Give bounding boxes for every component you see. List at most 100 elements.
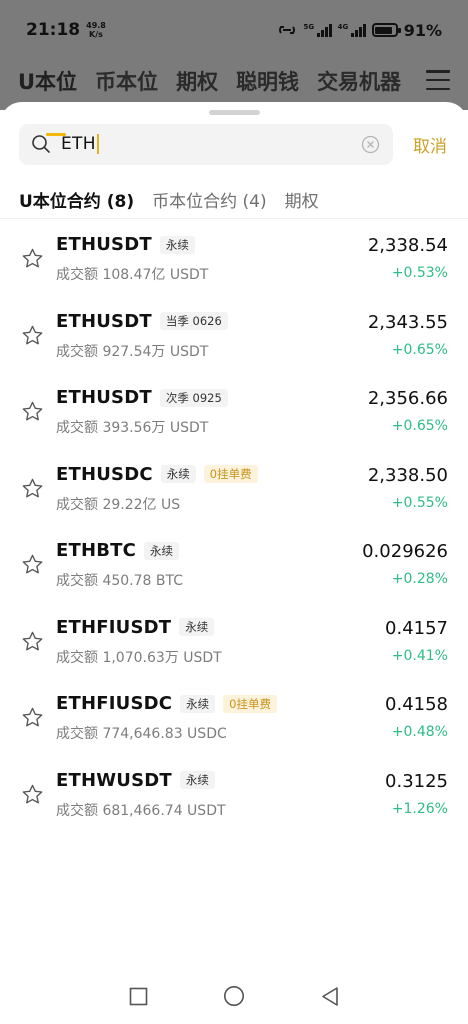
- zero-maker-fee-badge: 0挂单费: [203, 465, 258, 483]
- tab-u-margined-futures[interactable]: U本位合约 (8): [19, 187, 134, 212]
- star-outline-icon[interactable]: [21, 400, 44, 423]
- status-time: 21:18: [26, 20, 81, 40]
- search-input-value[interactable]: ETH: [61, 134, 99, 154]
- triangle-back-icon: [322, 986, 338, 1006]
- contract-tag: 永续: [160, 465, 196, 483]
- bg-tab-smart-money: 聪明钱: [236, 70, 300, 94]
- symbol: ETHUSDT: [56, 234, 152, 255]
- battery-icon: [371, 23, 401, 37]
- price: 0.4157: [385, 617, 448, 639]
- price-change: +0.53%: [391, 265, 448, 281]
- symbol-line: ETHFIUSDT 永续: [56, 616, 215, 638]
- list-item[interactable]: ETHUSDT 次季 0925 成交额 393.56万 USDT 2,356.6…: [0, 377, 468, 454]
- bg-tab-trading-bot: 交易机器: [317, 70, 402, 94]
- system-nav-bar: [0, 968, 468, 1024]
- price-change: +0.65%: [391, 341, 448, 358]
- list-item[interactable]: ETHUSDC 永续 0挂单费 成交额 29.22亿 US 2,338.50 +…: [0, 454, 468, 531]
- sheet-grabber-handle[interactable]: [209, 110, 260, 115]
- symbol-line: ETHUSDT 永续: [56, 234, 195, 255]
- list-item[interactable]: ETHWUSDT 永续 成交额 681,466.74 USDT 0.3125 +…: [0, 760, 468, 837]
- back-button[interactable]: [319, 985, 341, 1007]
- volume: 成交额 774,646.83 USDC: [56, 726, 227, 742]
- volume: 成交额 393.56万 USDT: [56, 420, 209, 436]
- search-icon: [32, 135, 50, 153]
- square-recents-icon: [129, 987, 147, 1005]
- battery-percent: 91%: [403, 20, 442, 40]
- symbol-line: ETHUSDC 永续 0挂单费: [56, 464, 258, 485]
- tab-coin-margined-futures[interactable]: 币本位合约 (4): [152, 187, 266, 212]
- symbol: ETHUSDT: [56, 310, 152, 332]
- contract-tag: 当季 0626: [159, 312, 228, 330]
- hotspot-link-icon: [279, 26, 296, 34]
- network-speed-unit: K/s: [89, 30, 103, 39]
- active-tab-indicator: [46, 133, 66, 136]
- list-item[interactable]: ETHFIUSDT 永续 成交额 1,070.63万 USDT 0.4157 +…: [0, 607, 468, 684]
- symbol: ETHFIUSDC: [56, 693, 173, 714]
- volume: 成交额 29.22亿 US: [56, 496, 181, 513]
- contract-tag: 永续: [179, 618, 215, 636]
- price-change: +0.28%: [391, 571, 448, 587]
- bg-tab-options: 期权: [176, 70, 219, 94]
- price: 0.4158: [385, 694, 448, 715]
- network-type-b: 4G: [337, 22, 349, 31]
- contract-tag: 永续: [180, 694, 216, 713]
- symbol: ETHUSDT: [56, 387, 152, 408]
- price-change: +1.26%: [391, 800, 448, 817]
- volume: 成交额 1,070.63万 USDT: [56, 649, 222, 666]
- signal-icon: [351, 23, 366, 37]
- volume: 成交额 108.47亿 USDT: [56, 267, 209, 283]
- cancel-button[interactable]: 取消: [413, 132, 447, 157]
- star-outline-icon[interactable]: [21, 247, 44, 270]
- status-bar: 21:18 49.8 K/s 5G 4G 91%: [0, 0, 468, 60]
- list-item[interactable]: ETHUSDT 当季 0626 成交额 927.54万 USDT 2,343.5…: [0, 301, 468, 378]
- network-speed-value: 49.8: [86, 21, 106, 30]
- star-outline-icon[interactable]: [21, 324, 44, 347]
- background-tab-bar: U本位 币本位 期权 聪明钱 交易机器: [0, 60, 468, 102]
- category-tabs: U本位合约 (8) 币本位合约 (4) 期权: [19, 184, 319, 214]
- star-outline-icon[interactable]: [21, 783, 44, 806]
- volume: 成交额 681,466.74 USDT: [56, 802, 226, 819]
- symbol: ETHWUSDT: [56, 769, 172, 791]
- price: 2,338.54: [367, 235, 448, 256]
- search-input[interactable]: ETH: [19, 123, 393, 165]
- symbol-line: ETHUSDT 次季 0925: [56, 387, 228, 408]
- star-outline-icon[interactable]: [21, 477, 44, 500]
- network-type-a: 5G: [303, 22, 315, 31]
- symbol: ETHFIUSDT: [56, 616, 172, 638]
- search-row: ETH 取消: [19, 123, 451, 165]
- star-outline-icon[interactable]: [21, 630, 44, 653]
- home-button[interactable]: [223, 985, 245, 1007]
- zero-maker-fee-badge: 0挂单费: [223, 694, 277, 713]
- volume: 成交额 450.78 BTC: [56, 573, 183, 589]
- recents-button[interactable]: [127, 985, 149, 1007]
- price: 0.3125: [385, 770, 448, 792]
- price: 2,338.50: [367, 464, 448, 486]
- clear-circle-icon[interactable]: [361, 135, 380, 154]
- star-outline-icon[interactable]: [21, 706, 44, 729]
- star-outline-icon[interactable]: [21, 553, 44, 576]
- network-speed: 49.8 K/s: [86, 21, 106, 39]
- list-item[interactable]: ETHBTC 永续 成交额 450.78 BTC 0.029626 +0.28%: [0, 530, 468, 607]
- price: 0.029626: [362, 541, 448, 562]
- bg-tab-coin-margined: 币本位: [95, 70, 159, 94]
- list-item[interactable]: ETHUSDT 永续 成交额 108.47亿 USDT 2,338.54 +0.…: [0, 224, 468, 301]
- contract-tag: 永续: [159, 235, 195, 254]
- symbol: ETHBTC: [56, 540, 137, 561]
- status-right: 5G 4G 91%: [277, 21, 442, 40]
- price-change: +0.48%: [391, 724, 448, 740]
- list-item[interactable]: ETHFIUSDC 永续 0挂单费 成交额 774,646.83 USDC 0.…: [0, 683, 468, 760]
- symbol-line: ETHFIUSDC 永续 0挂单费: [56, 693, 277, 714]
- price: 2,343.55: [367, 311, 448, 333]
- tab-options[interactable]: 期权: [285, 187, 319, 212]
- price: 2,356.66: [367, 388, 448, 409]
- symbol: ETHUSDC: [56, 463, 153, 485]
- status-left: 21:18 49.8 K/s: [26, 20, 106, 40]
- volume: 成交额 927.54万 USDT: [56, 343, 209, 360]
- search-sheet: ETH 取消 U本位合约 (8) 币本位合约 (4) 期权 ETHUSDT 永续…: [0, 102, 468, 1024]
- signal-icon: [317, 23, 332, 37]
- price-change: +0.65%: [391, 418, 448, 434]
- contract-tag: 永续: [144, 541, 180, 560]
- price-change: +0.41%: [391, 647, 448, 664]
- circle-home-icon: [224, 986, 244, 1006]
- price-change: +0.55%: [391, 494, 448, 511]
